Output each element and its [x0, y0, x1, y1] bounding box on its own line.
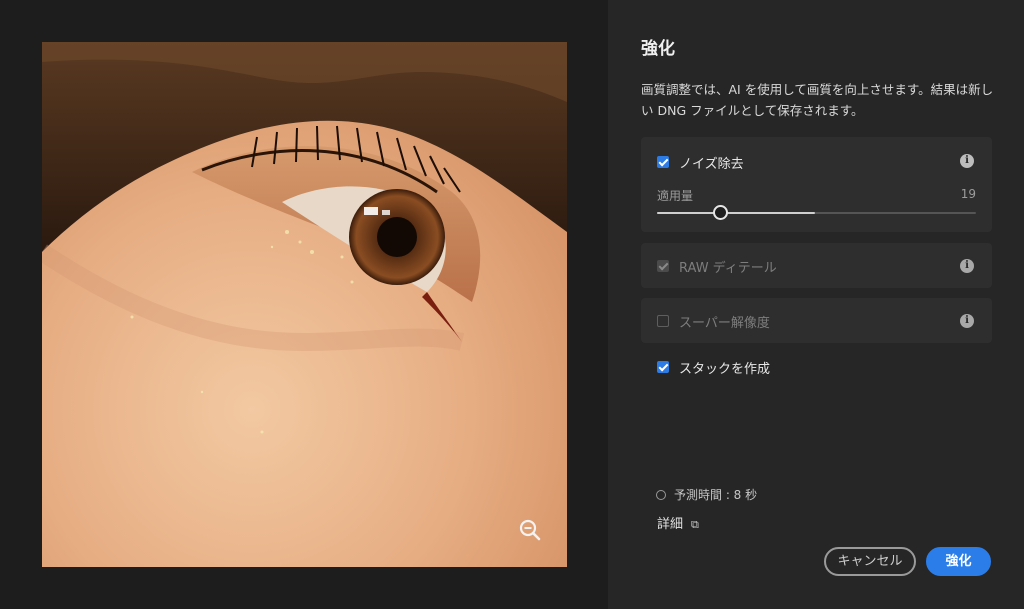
amount-slider-thumb[interactable] [713, 205, 728, 220]
amount-slider-fill [657, 212, 815, 214]
create-stack-label: スタックを作成 [679, 362, 771, 377]
raw-details-card: RAW ディテール i [641, 243, 992, 288]
amount-value: 19 [960, 187, 976, 201]
super-resolution-checkbox [657, 315, 669, 327]
raw-details-label: RAW ディテール [679, 261, 777, 276]
enhance-panel: 強化 画質調整では、AI を使用して画質を向上させます。結果は新しい DNG フ… [608, 0, 1024, 609]
estimated-time: 予測時間 : 8 秒 [656, 486, 757, 503]
create-stack-row: スタックを作成 [641, 355, 992, 379]
create-stack-checkbox[interactable] [657, 361, 669, 373]
super-resolution-card: スーパー解像度 i [641, 298, 992, 343]
noise-reduction-label: ノイズ除去 [679, 157, 744, 172]
details-link-label: 詳細 [657, 517, 684, 532]
preview-image [42, 42, 567, 567]
estimated-time-text: 予測時間 : 8 秒 [674, 488, 758, 502]
panel-description: 画質調整では、AI を使用して画質を向上させます。結果は新しい DNG ファイル… [641, 82, 994, 118]
noise-reduction-checkbox[interactable] [657, 156, 669, 168]
panel-title: 強化 [641, 39, 675, 59]
preview-pane [0, 0, 608, 609]
external-link-icon: ⧉ [691, 518, 699, 531]
raw-details-checkbox [657, 260, 669, 272]
raw-info-icon[interactable]: i [960, 259, 974, 273]
super-resolution-label: スーパー解像度 [679, 316, 770, 331]
super-info-icon[interactable]: i [960, 314, 974, 328]
zoom-out-icon[interactable] [518, 518, 542, 542]
noise-info-icon[interactable]: i [960, 154, 974, 168]
noise-reduction-card: ノイズ除去 i 適用量 19 [641, 137, 992, 232]
enhance-button[interactable]: 強化 [926, 547, 991, 576]
cancel-button[interactable]: キャンセル [824, 547, 916, 576]
details-link[interactable]: 詳細 ⧉ [657, 513, 699, 532]
amount-label: 適用量 [657, 189, 694, 203]
clock-icon [656, 490, 666, 500]
